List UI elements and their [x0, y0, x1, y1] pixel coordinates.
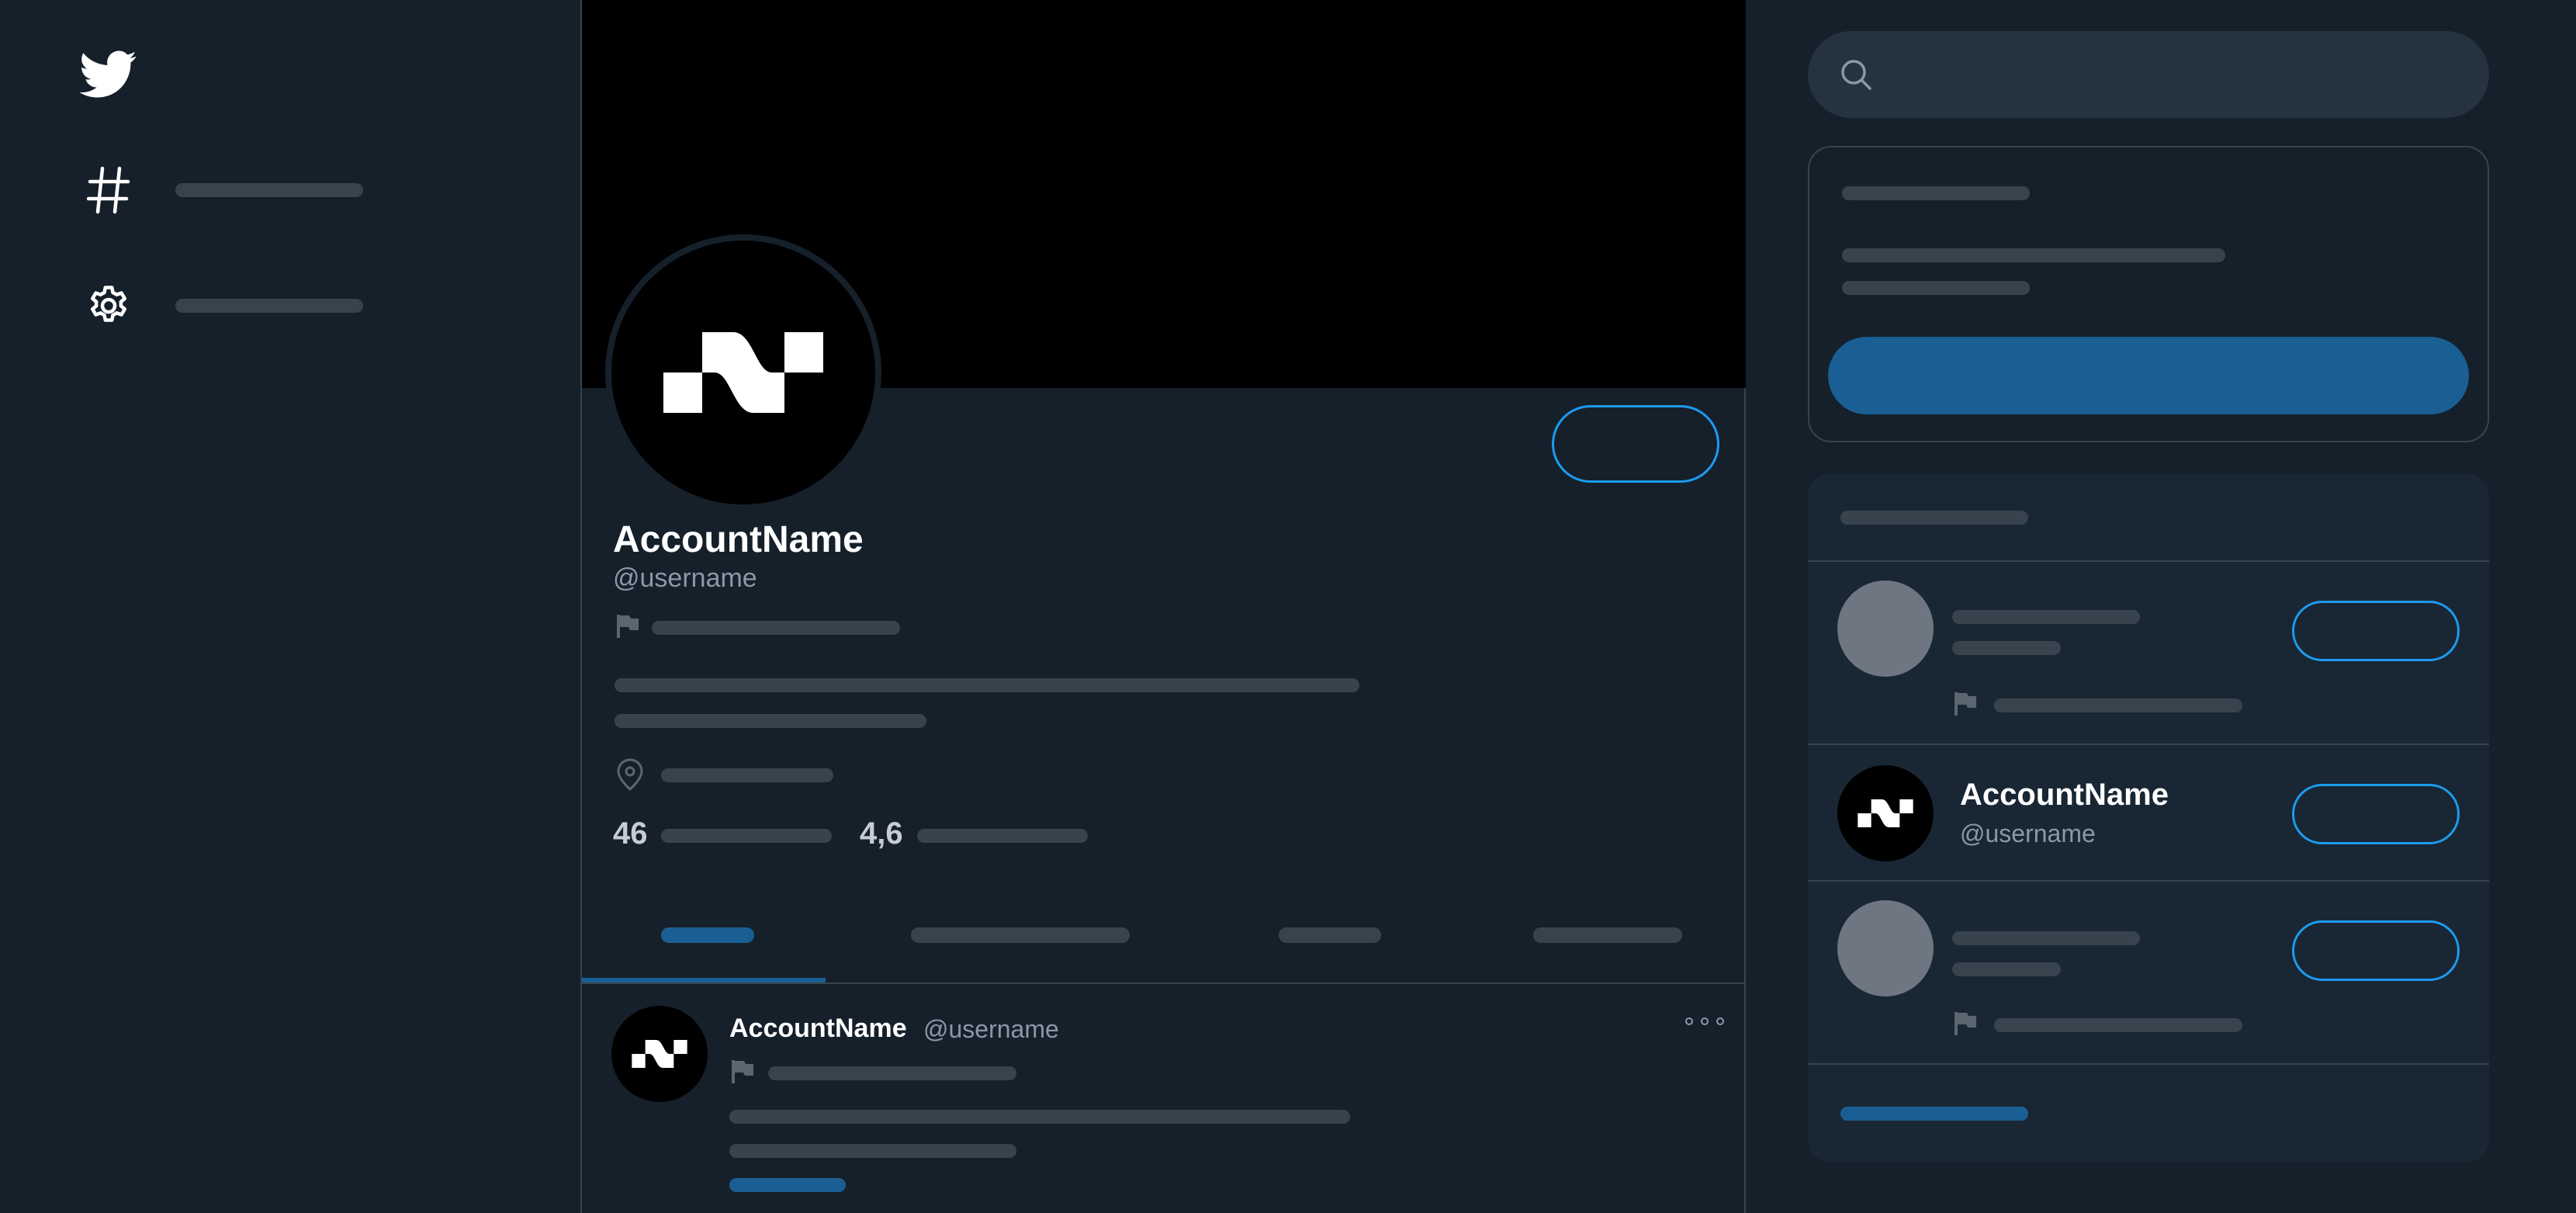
avatar[interactable]: [1837, 900, 1934, 996]
row-divider: [1808, 560, 2489, 562]
profile-category-placeholder: [652, 621, 900, 635]
brand-logo-icon: [1858, 799, 1913, 827]
user-meta-placeholder: [1994, 1018, 2242, 1032]
user-name-placeholder: [1952, 610, 2140, 624]
tweet-author-handle[interactable]: @username: [923, 1015, 1059, 1044]
flag-icon: [617, 615, 639, 638]
user-meta-placeholder: [1994, 698, 2242, 712]
nav-item-settings-label: [175, 299, 363, 313]
hashtag-icon: [78, 159, 140, 221]
flag-icon: [1955, 692, 1976, 716]
tab-media[interactable]: [1279, 927, 1381, 943]
search-input[interactable]: [1885, 31, 2463, 120]
follow-button[interactable]: [2292, 601, 2460, 661]
sidebar: [0, 0, 580, 1213]
nav-item-settings[interactable]: [78, 275, 363, 337]
avatar[interactable]: [1837, 581, 1934, 677]
profile-handle: @username: [613, 563, 757, 593]
tab-tweets-replies[interactable]: [911, 927, 1130, 943]
tweet-author-name[interactable]: AccountName: [729, 1014, 907, 1044]
home-logo-link[interactable]: [78, 43, 140, 106]
flag-icon: [732, 1060, 753, 1083]
recommended-avatar[interactable]: [1837, 765, 1934, 861]
card-text-placeholder: [1842, 248, 2225, 262]
edit-profile-button[interactable]: [1552, 405, 1719, 483]
follow-button[interactable]: [2292, 920, 2460, 981]
card-action-button[interactable]: [1828, 337, 2469, 414]
tab-likes[interactable]: [1533, 927, 1682, 943]
tweet-meta-placeholder: [768, 1066, 1016, 1080]
card-text-placeholder: [1842, 281, 2030, 295]
brand-logo-icon: [663, 332, 823, 413]
user-handle-placeholder: [1952, 641, 2061, 655]
profile-avatar[interactable]: [605, 234, 881, 511]
flag-icon: [1955, 1012, 1976, 1035]
tweet-avatar[interactable]: [611, 1006, 708, 1102]
location-pin-icon: [617, 758, 643, 791]
row-divider: [1808, 743, 2489, 745]
premium-card: [1808, 146, 2489, 442]
recommended-handle[interactable]: @username: [1960, 820, 2096, 848]
tabs-divider: [582, 983, 1746, 984]
followers-count[interactable]: 4,6: [860, 816, 903, 851]
profile-name: AccountName: [613, 519, 864, 560]
card-title-placeholder: [1840, 511, 2028, 525]
following-label-placeholder: [661, 829, 832, 843]
follow-button[interactable]: [2292, 784, 2460, 844]
profile-column: AccountName @username 46 4,6 AccountName…: [580, 0, 1746, 1213]
search-bar[interactable]: [1808, 31, 2489, 120]
tab-tweets[interactable]: [661, 927, 754, 943]
nav-item-explore-label: [175, 183, 363, 197]
tweet-text-placeholder: [729, 1144, 1016, 1158]
brand-logo-icon: [632, 1040, 687, 1068]
user-handle-placeholder: [1952, 962, 2061, 976]
tweet-text-placeholder: [729, 1110, 1350, 1124]
location-placeholder: [661, 768, 833, 782]
bio-line-placeholder: [615, 678, 1359, 692]
search-icon: [1841, 60, 1871, 90]
nav-item-explore[interactable]: [78, 159, 363, 221]
more-options-icon[interactable]: [1685, 1012, 1724, 1031]
gear-icon: [78, 275, 140, 337]
show-more-link[interactable]: [1840, 1107, 2028, 1121]
card-title-placeholder: [1842, 186, 2030, 200]
recommended-name[interactable]: AccountName: [1960, 778, 2169, 813]
row-divider: [1808, 880, 2489, 882]
following-count[interactable]: 46: [613, 816, 648, 851]
twitter-bird-icon: [78, 43, 140, 106]
user-name-placeholder: [1952, 931, 2140, 945]
bio-line-placeholder: [615, 714, 926, 728]
followers-label-placeholder: [917, 829, 1088, 843]
tweet-link-placeholder[interactable]: [729, 1178, 846, 1192]
who-to-follow-card: AccountName @username: [1808, 473, 2489, 1163]
row-divider: [1808, 1063, 2489, 1065]
